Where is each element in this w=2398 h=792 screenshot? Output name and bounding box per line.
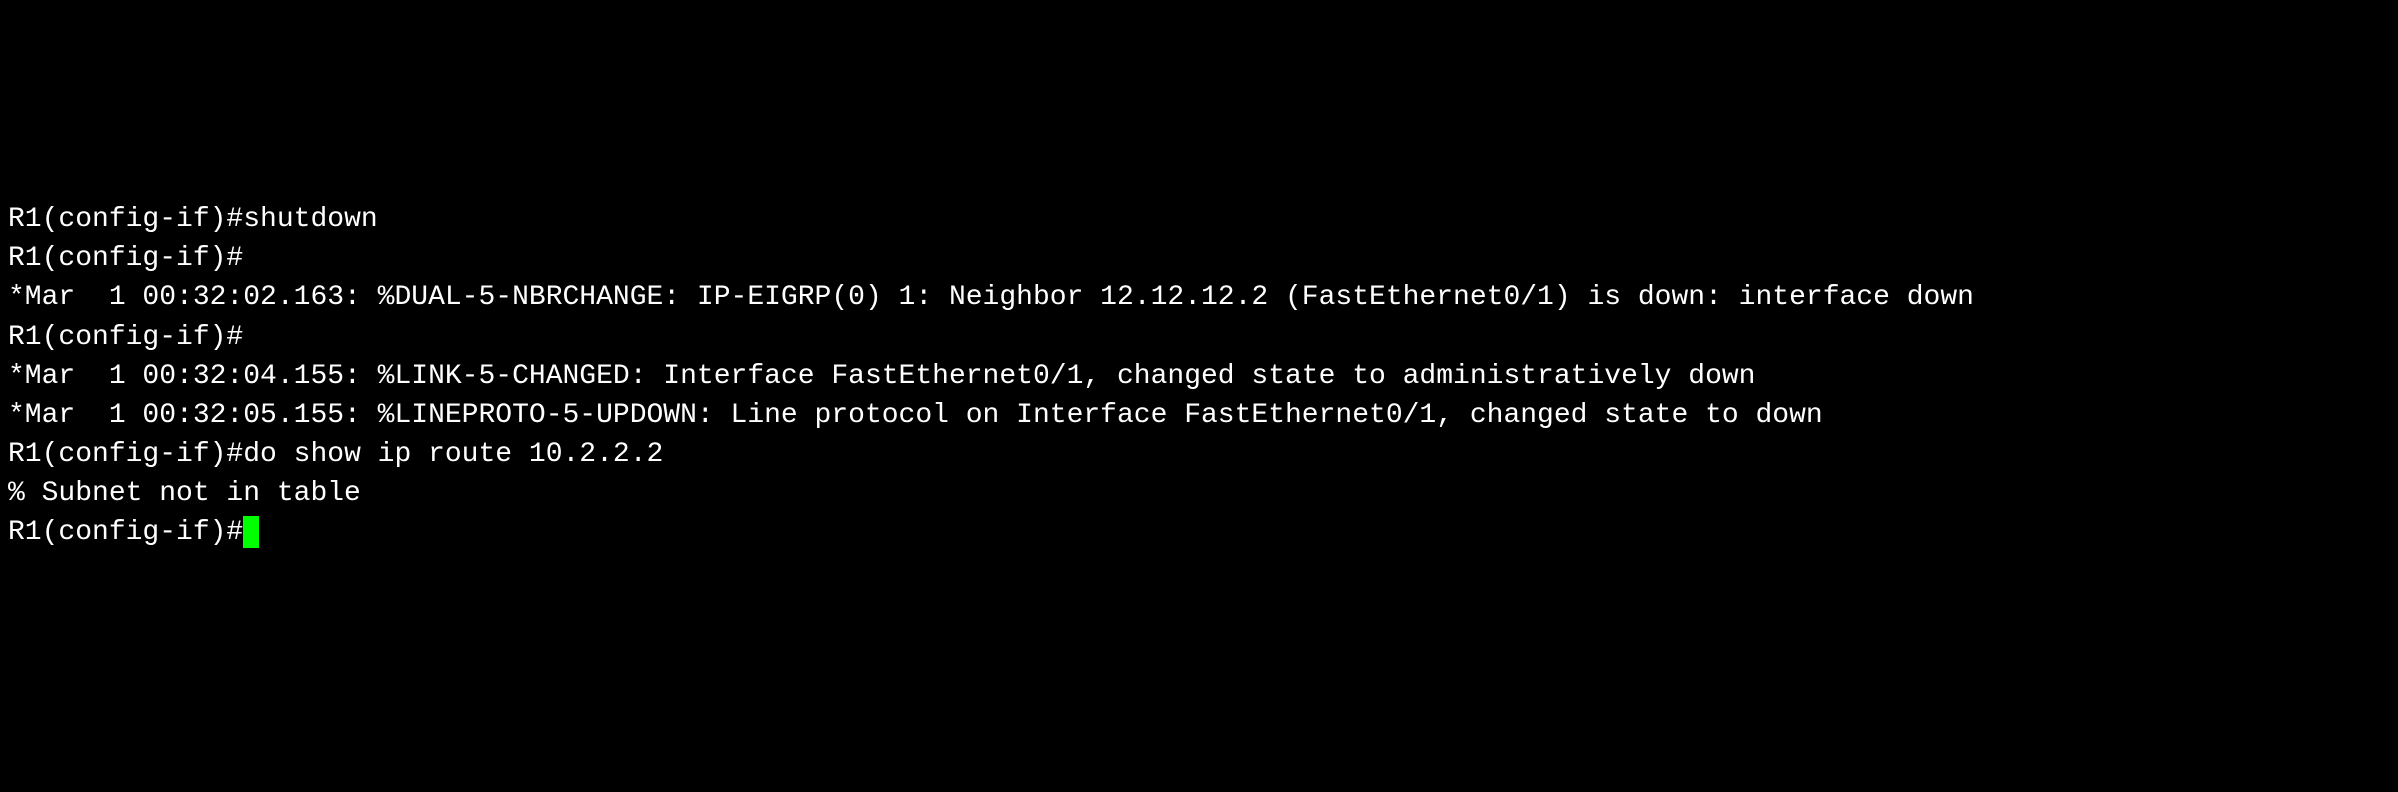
prompt: R1(config-if)# — [8, 517, 243, 548]
log-message: *Mar 1 00:32:04.155: %LINK-5-CHANGED: In… — [8, 357, 2390, 396]
prompt: R1(config-if)# — [8, 204, 243, 235]
command: do show ip route 10.2.2.2 — [243, 439, 663, 470]
terminal-line: R1(config-if)# — [8, 513, 2390, 552]
command: shutdown — [243, 204, 377, 235]
prompt: R1(config-if)# — [8, 243, 243, 274]
prompt: R1(config-if)# — [8, 322, 243, 353]
log-message: *Mar 1 00:32:02.163: %DUAL-5-NBRCHANGE: … — [8, 278, 2390, 317]
terminal-line: R1(config-if)#do show ip route 10.2.2.2 — [8, 435, 2390, 474]
cursor-icon — [243, 516, 259, 548]
log-message: *Mar 1 00:32:05.155: %LINEPROTO-5-UPDOWN… — [8, 396, 2390, 435]
output-message: % Subnet not in table — [8, 474, 2390, 513]
terminal-line: R1(config-if)# — [8, 318, 2390, 357]
terminal-output[interactable]: R1(config-if)#shutdownR1(config-if)#*Mar… — [8, 161, 2390, 592]
terminal-line: R1(config-if)#shutdown — [8, 200, 2390, 239]
terminal-line: R1(config-if)# — [8, 239, 2390, 278]
prompt: R1(config-if)# — [8, 439, 243, 470]
